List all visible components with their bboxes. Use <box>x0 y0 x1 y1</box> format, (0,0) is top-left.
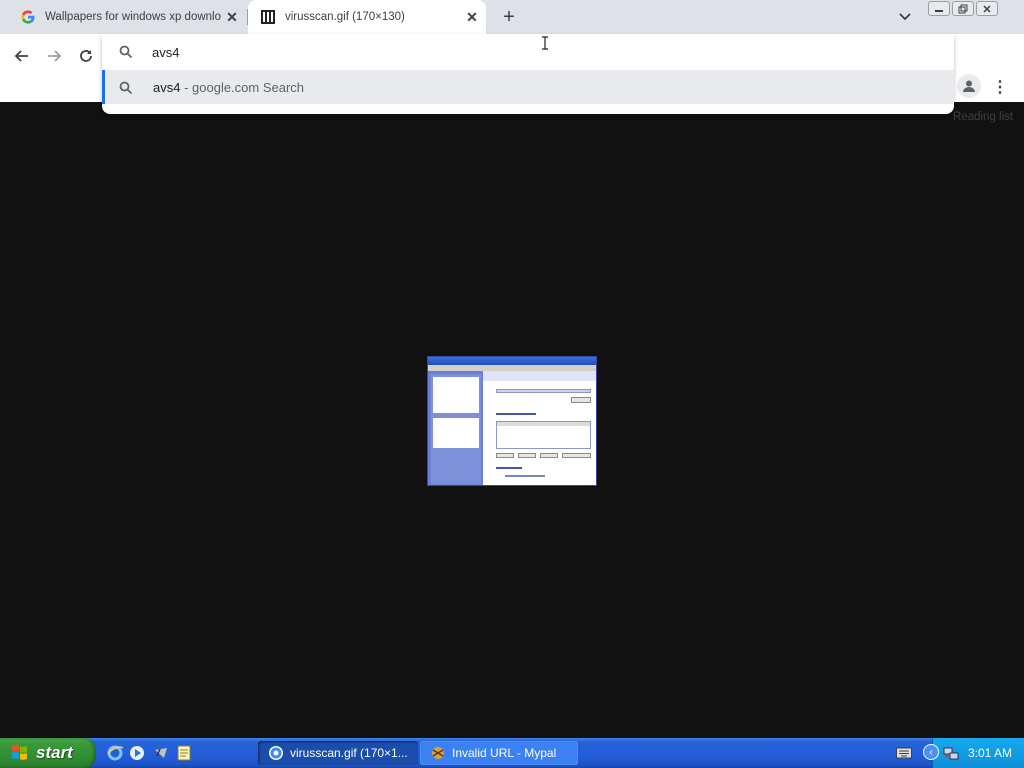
image-task-pane <box>431 374 481 484</box>
tab-search-chevron-icon[interactable] <box>895 8 915 26</box>
start-button[interactable]: start <box>0 738 96 768</box>
image-infected-list <box>496 421 591 449</box>
suggestion-suffix: - google.com Search <box>180 80 305 95</box>
network-icon[interactable] <box>942 744 960 762</box>
taskbar-item-mypal[interactable]: Invalid URL - Mypal <box>420 741 578 765</box>
browser-menu-icon[interactable]: ⋮ <box>992 76 1008 98</box>
image-panel-header <box>483 371 596 381</box>
image-quick-jump-panel <box>433 377 479 413</box>
image-checkbox-label <box>505 475 545 477</box>
image-button <box>518 453 536 458</box>
image-progress-bar <box>496 389 591 393</box>
tab-title: Wallpapers for windows xp downlo <box>45 11 221 23</box>
close-tab-icon[interactable]: ✕ <box>222 7 242 27</box>
taskbar-item-label: virusscan.gif (170×1... <box>290 746 408 760</box>
omnibox-input-row <box>102 34 954 70</box>
show-hidden-icons-chevron-icon[interactable]: ‹ <box>923 744 939 760</box>
image-button <box>540 453 558 458</box>
restore-button[interactable] <box>952 1 974 16</box>
start-label: start <box>36 743 73 762</box>
reading-list-button[interactable]: Reading list <box>953 111 1013 123</box>
windows-flag-icon <box>10 743 30 763</box>
back-arrow-icon[interactable] <box>8 42 36 70</box>
search-icon <box>119 45 133 64</box>
tab-title: virusscan.gif (170×130) <box>285 11 405 23</box>
text-cursor-icon <box>541 36 549 50</box>
image-button <box>562 453 591 458</box>
image-progress-panel <box>483 371 596 485</box>
window-controls <box>928 1 998 16</box>
taskbar: start virusscan.gif (170×1... Invalid UR… <box>0 738 1024 768</box>
internet-explorer-icon[interactable] <box>106 744 124 762</box>
image-see-also-panel <box>433 418 479 448</box>
keyboard-icon[interactable] <box>896 746 912 760</box>
image-list-label <box>496 413 536 415</box>
reload-icon[interactable] <box>72 42 100 70</box>
image-stop-button <box>571 397 591 403</box>
image-titlebar <box>428 357 596 365</box>
suggestion-text: avs4 - google.com Search <box>153 80 304 95</box>
tab-wallpapers[interactable]: Wallpapers for windows xp downlo ✕ <box>8 0 246 34</box>
image-button <box>496 453 514 458</box>
forward-arrow-icon[interactable] <box>40 42 68 70</box>
clock: 3:01 AM <box>968 746 1013 760</box>
tab-virusscan[interactable]: virusscan.gif (170×130) ✕ <box>248 0 486 34</box>
taskbar-item-virusscan[interactable]: virusscan.gif (170×1... <box>258 741 418 765</box>
image-label <box>496 467 522 469</box>
chrome-icon <box>268 745 284 761</box>
new-tab-button[interactable]: + <box>498 6 520 28</box>
close-window-button[interactable] <box>976 1 998 16</box>
omnibox-dropdown: avs4 - google.com Search <box>102 34 954 114</box>
media-player-icon[interactable] <box>128 744 146 762</box>
google-icon <box>20 9 36 25</box>
image-file-icon <box>260 9 276 25</box>
tab-strip: Wallpapers for windows xp downlo ✕ virus… <box>0 0 1024 34</box>
search-icon <box>119 81 133 100</box>
mouse-tool-icon[interactable] <box>152 744 170 762</box>
taskbar-item-label: Invalid URL - Mypal <box>452 746 557 760</box>
profile-avatar-icon[interactable] <box>957 74 981 98</box>
suggestion-query: avs4 <box>153 80 181 95</box>
omnibox-suggestion[interactable]: avs4 - google.com Search <box>102 70 954 104</box>
mypal-icon <box>430 745 446 761</box>
suggestion-selected-indicator <box>102 70 105 104</box>
notepad-icon[interactable] <box>175 744 193 762</box>
close-tab-icon[interactable]: ✕ <box>462 7 482 27</box>
virusscan-image <box>427 356 597 486</box>
minimize-button[interactable] <box>928 1 950 16</box>
